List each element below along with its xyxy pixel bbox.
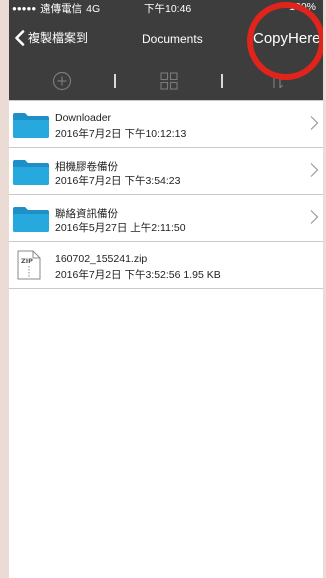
status-time: 下午10:46 xyxy=(144,3,192,15)
navigation-bar: 複製檔案到 Documents CopyHere xyxy=(9,16,323,62)
chevron-left-icon xyxy=(15,29,25,46)
status-left: ●●●●● 遠傳電信 4G xyxy=(12,1,100,16)
folder-row[interactable]: 相機膠卷備份 2016年7月2日 下午3:54:23 xyxy=(9,148,323,195)
file-name: 160702_155241.zip xyxy=(55,253,148,265)
signal-strength-icon: ●●●●● xyxy=(12,4,37,13)
svg-text:ZIP: ZIP xyxy=(21,257,33,265)
toolbar xyxy=(9,62,323,100)
folder-row[interactable]: Downloader 2016年7月2日 下午10:12:13 xyxy=(9,101,323,148)
chevron-right-icon xyxy=(310,163,319,177)
add-circle-icon[interactable] xyxy=(52,71,72,91)
folder-icon xyxy=(13,113,49,138)
folder-row[interactable]: 聯絡資訊備份 2016年5月27日 上午2:11:50 xyxy=(9,195,323,242)
file-list: Downloader 2016年7月2日 下午10:12:13 相機膠卷備份 2… xyxy=(9,100,323,289)
file-date-size: 2016年7月2日 下午3:52:56 1.95 KB xyxy=(55,269,221,281)
zip-file-icon: ZIP xyxy=(17,250,41,280)
phone-screen: ●●●●● 遠傳電信 4G 下午10:46 100% 複製檔案到 Documen… xyxy=(9,0,323,578)
sort-icon[interactable] xyxy=(267,71,287,91)
folder-icon xyxy=(13,160,49,185)
file-name: 相機膠卷備份 xyxy=(55,161,118,173)
back-button-label: 複製檔案到 xyxy=(28,31,89,45)
file-date: 2016年7月2日 下午10:12:13 xyxy=(55,128,187,140)
copy-here-button[interactable]: CopyHere xyxy=(253,30,321,47)
file-name: Downloader xyxy=(55,112,112,124)
grid-view-icon[interactable] xyxy=(159,71,179,91)
folder-icon xyxy=(13,207,49,232)
network-type: 4G xyxy=(86,2,101,15)
file-date: 2016年5月27日 上午2:11:50 xyxy=(55,222,186,234)
status-bar: ●●●●● 遠傳電信 4G 下午10:46 100% xyxy=(9,0,323,16)
chevron-right-icon xyxy=(310,210,319,224)
file-name: 聯絡資訊備份 xyxy=(55,208,118,220)
file-date: 2016年7月2日 下午3:54:23 xyxy=(55,175,181,187)
back-button[interactable]: 複製檔案到 xyxy=(14,29,88,46)
page-title: Documents xyxy=(142,32,203,46)
toolbar-divider xyxy=(114,74,116,88)
toolbar-divider xyxy=(221,74,223,88)
chevron-right-icon xyxy=(310,116,319,130)
file-row[interactable]: ZIP 160702_155241.zip 2016年7月2日 下午3:52:5… xyxy=(9,242,323,289)
battery-level: 100% xyxy=(289,1,316,13)
carrier-name: 遠傳電信 xyxy=(40,3,83,15)
